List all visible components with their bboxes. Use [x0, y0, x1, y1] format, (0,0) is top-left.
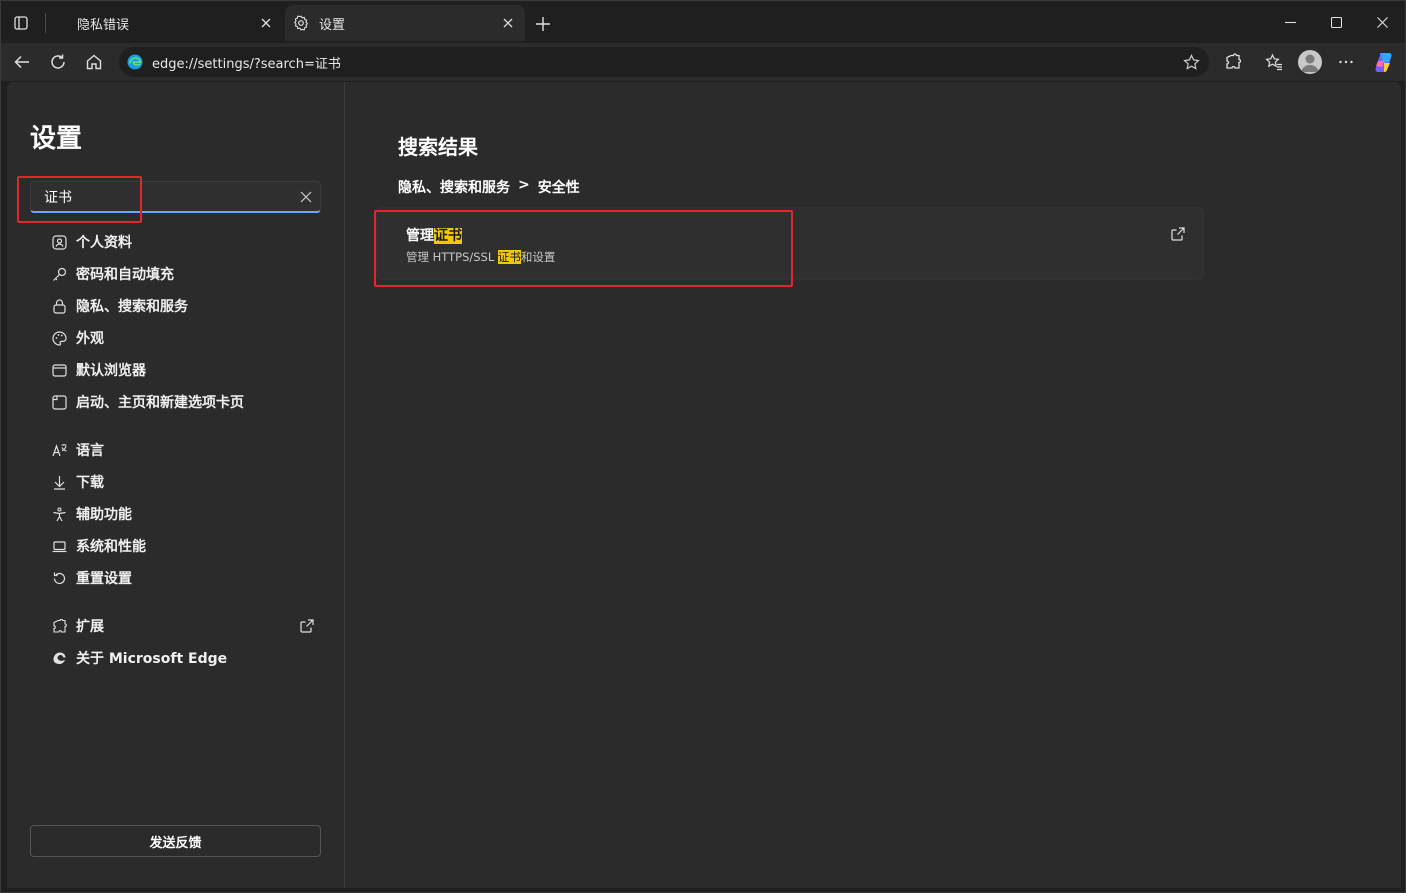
home-button[interactable]: [79, 48, 109, 76]
tab-privacy-error[interactable]: 隐私错误: [43, 5, 283, 41]
manage-certificates-result[interactable]: 管理证书 管理 HTTPS/SSL 证书和设置: [376, 207, 1204, 280]
sidebar-item-label: 启动、主页和新建选项卡页: [76, 395, 244, 411]
sidebar-item-label: 个人资料: [76, 235, 132, 251]
settings-nav: 个人资料 密码和自动填充 隐私、搜索和服务 外观 默认浏览器 启动、主页和新建选…: [51, 226, 321, 674]
sidebar-item-privacy[interactable]: 隐私、搜索和服务: [51, 290, 321, 322]
key-icon: [51, 266, 67, 282]
sidebar-item-language[interactable]: 语言: [51, 434, 321, 466]
gear-icon: [293, 15, 309, 31]
sidebar-item-system[interactable]: 系统和性能: [51, 530, 321, 562]
sidebar-item-downloads[interactable]: 下载: [51, 466, 321, 498]
maximize-button[interactable]: [1313, 7, 1359, 37]
back-button[interactable]: [7, 48, 37, 76]
open-external-icon[interactable]: [1170, 226, 1186, 242]
search-highlight: 证书: [434, 228, 462, 244]
minimize-button[interactable]: [1267, 7, 1313, 37]
copilot-icon[interactable]: [1372, 50, 1396, 74]
result-title-text: 管理: [406, 228, 434, 244]
result-description: 管理 HTTPS/SSL 证书和设置: [406, 249, 555, 265]
startup-icon: [51, 394, 67, 410]
browser-window: 隐私错误 设置 edge://settings/?search=证书 设置 证书…: [0, 0, 1406, 893]
sidebar-item-profile[interactable]: 个人资料: [51, 226, 321, 258]
breadcrumb: 隐私、搜索和服务 > 安全性: [398, 177, 580, 197]
sidebar-item-label: 语言: [76, 443, 104, 459]
tab-favicon: [51, 15, 67, 31]
palette-icon: [51, 330, 67, 346]
search-input[interactable]: [31, 188, 292, 205]
open-external-icon: [299, 618, 315, 634]
breadcrumb-parent[interactable]: 隐私、搜索和服务: [398, 177, 510, 197]
nav-divider: [51, 418, 321, 434]
url-text: edge://settings/?search=证书: [152, 56, 341, 72]
breadcrumb-separator: >: [518, 177, 530, 193]
page-title: 设置: [30, 124, 83, 154]
result-desc-suffix: 和设置: [520, 250, 556, 264]
sidebar-item-label: 密码和自动填充: [76, 267, 174, 283]
search-highlight: 证书: [497, 250, 521, 264]
tab-title: 隐私错误: [77, 17, 130, 33]
results-heading: 搜索结果: [398, 135, 478, 159]
sidebar-item-label: 系统和性能: [76, 539, 146, 555]
browser-icon: [51, 362, 67, 378]
avatar[interactable]: [1298, 50, 1322, 74]
sidebar-item-label: 重置设置: [76, 571, 132, 587]
result-title: 管理证书: [406, 225, 462, 245]
download-icon: [51, 474, 67, 490]
sidebar-item-about[interactable]: 关于 Microsoft Edge: [51, 642, 321, 674]
favorites-button[interactable]: [1259, 48, 1289, 76]
profile-icon: [51, 234, 67, 250]
star-icon[interactable]: [1179, 50, 1203, 74]
more-options-button[interactable]: [1331, 48, 1361, 76]
sidebar-item-reset[interactable]: 重置设置: [51, 562, 321, 594]
toolbar: edge://settings/?search=证书: [1, 43, 1405, 81]
breadcrumb-current: 安全性: [537, 180, 580, 196]
sidebar-item-label: 下载: [76, 475, 104, 491]
sidebar-item-appearance[interactable]: 外观: [51, 322, 321, 354]
sidebar-item-label: 外观: [76, 331, 104, 347]
sidebar-item-passwords[interactable]: 密码和自动填充: [51, 258, 321, 290]
result-desc-text: 管理 HTTPS/SSL: [406, 250, 498, 264]
extensions-button[interactable]: [1218, 48, 1248, 76]
lock-icon: [51, 298, 67, 314]
accessibility-icon: [51, 506, 67, 522]
language-icon: [51, 442, 67, 458]
sidebar-item-accessibility[interactable]: 辅助功能: [51, 498, 321, 530]
address-bar[interactable]: edge://settings/?search=证书: [119, 47, 1209, 77]
sidebar-item-default-browser[interactable]: 默认浏览器: [51, 354, 321, 386]
send-feedback-button[interactable]: 发送反馈: [30, 825, 321, 857]
search-results-panel: 搜索结果 隐私、搜索和服务 > 安全性 管理证书 管理 HTTPS/SSL 证书…: [346, 82, 1401, 888]
clear-search-icon[interactable]: [292, 183, 320, 211]
new-tab-button[interactable]: [531, 12, 555, 36]
tab-bar: 隐私错误 设置: [1, 1, 1405, 43]
close-icon[interactable]: [255, 12, 277, 34]
settings-search[interactable]: [30, 181, 321, 213]
sidebar-item-startup[interactable]: 启动、主页和新建选项卡页: [51, 386, 321, 418]
sidebar-item-label: 扩展: [76, 619, 104, 635]
reset-icon: [51, 570, 67, 586]
close-window-button[interactable]: [1359, 7, 1405, 37]
refresh-button[interactable]: [43, 48, 73, 76]
extension-icon: [51, 618, 67, 634]
tab-title: 设置: [319, 17, 346, 33]
nav-divider: [51, 594, 321, 610]
settings-sidebar: 设置 个人资料 密码和自动填充 隐私、搜索和服务: [7, 82, 345, 888]
sidebar-item-label: 关于 Microsoft Edge: [76, 651, 228, 667]
sidebar-item-label: 默认浏览器: [76, 363, 146, 379]
sidebar-item-label: 隐私、搜索和服务: [76, 299, 188, 315]
tab-settings[interactable]: 设置: [285, 5, 525, 41]
laptop-icon: [51, 538, 67, 554]
settings-page: 设置 个人资料 密码和自动填充 隐私、搜索和服务: [7, 82, 1401, 888]
sidebar-item-label: 辅助功能: [76, 507, 132, 523]
close-icon[interactable]: [497, 12, 519, 34]
edge-logo-icon: [127, 54, 143, 70]
edge-logo-icon: [51, 650, 67, 666]
sidebar-item-extensions[interactable]: 扩展: [51, 610, 321, 642]
tab-actions-icon[interactable]: [10, 12, 32, 34]
